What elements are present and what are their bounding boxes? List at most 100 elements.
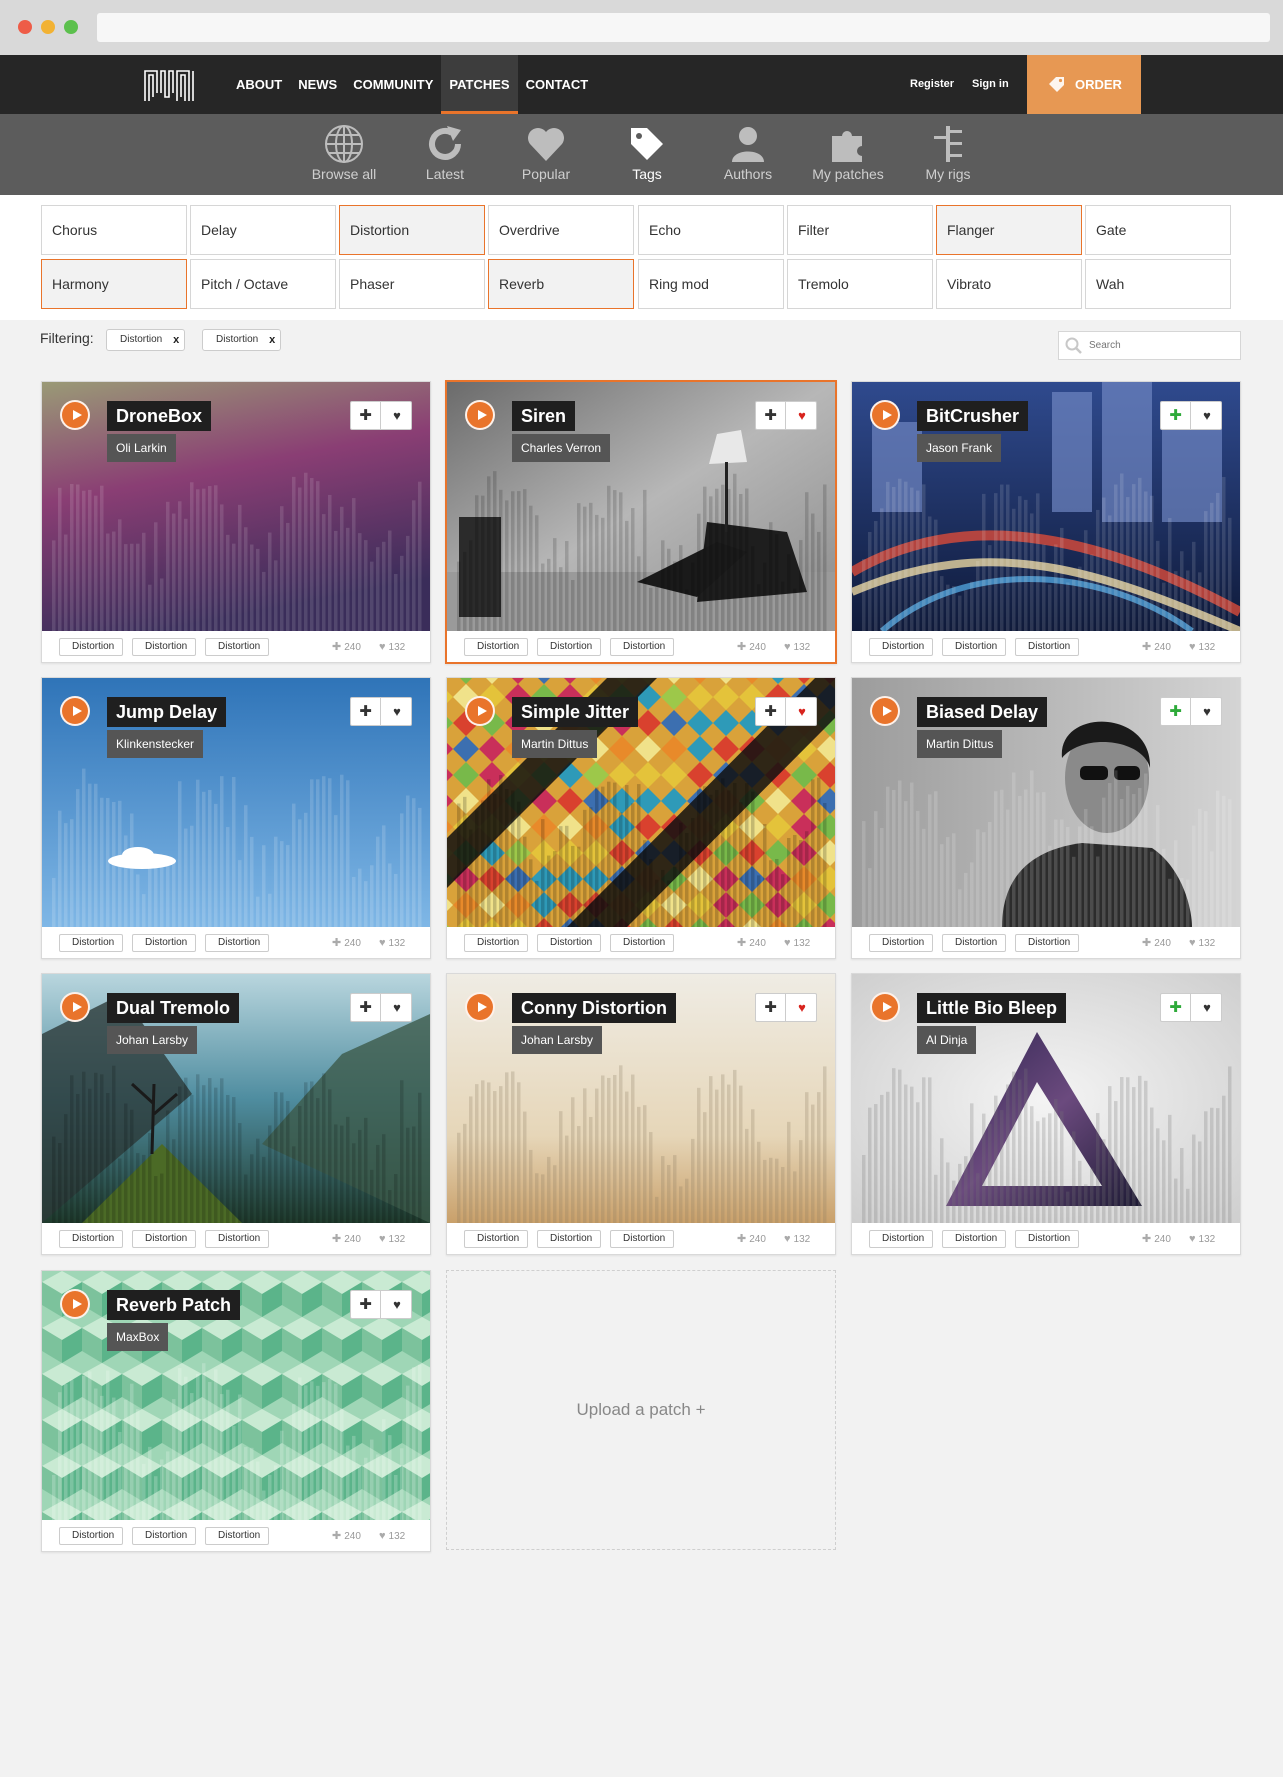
patch-card[interactable]: DroneBox Oli Larkin ✚ ♥ Distortion Disto…	[41, 381, 431, 663]
patch-card[interactable]: Biased Delay Martin Dittus ✚ ♥ Distortio…	[851, 677, 1241, 959]
card-tag[interactable]: Distortion	[1015, 1230, 1080, 1248]
remove-filter-button[interactable]: x	[173, 330, 179, 350]
card-tag[interactable]: Distortion	[132, 1527, 197, 1545]
card-tag[interactable]: Distortion	[942, 638, 1007, 656]
tag-wah[interactable]: Wah	[1085, 259, 1231, 309]
like-button[interactable]: ♥	[382, 402, 412, 429]
like-button[interactable]: ♥	[787, 994, 817, 1021]
add-to-rig-button[interactable]: ✚	[1161, 402, 1191, 429]
card-tag[interactable]: Distortion	[205, 1527, 270, 1545]
subnav-tags[interactable]: Tags	[597, 114, 697, 195]
card-tag[interactable]: Distortion	[205, 1230, 270, 1248]
patch-card[interactable]: Jump Delay Klinkenstecker ✚ ♥ Distortion…	[41, 677, 431, 959]
play-button[interactable]	[465, 696, 495, 726]
card-tag[interactable]: Distortion	[537, 638, 602, 656]
add-to-rig-button[interactable]: ✚	[351, 402, 381, 429]
like-button[interactable]: ♥	[1192, 402, 1222, 429]
nav-patches[interactable]: PATCHES	[441, 55, 518, 114]
patch-card[interactable]: Reverb Patch MaxBox ✚ ♥ Distortion Disto…	[41, 1270, 431, 1552]
tag-distortion[interactable]: Distortion	[339, 205, 485, 255]
card-tag[interactable]: Distortion	[59, 934, 124, 952]
tag-delay[interactable]: Delay	[190, 205, 336, 255]
order-button[interactable]: ORDER	[1027, 55, 1141, 114]
subnav-latest[interactable]: Latest	[395, 114, 495, 195]
add-to-rig-button[interactable]: ✚	[756, 698, 786, 725]
patch-author[interactable]: Klinkenstecker	[107, 730, 204, 758]
like-button[interactable]: ♥	[787, 698, 817, 725]
add-to-rig-button[interactable]: ✚	[1161, 994, 1191, 1021]
play-button[interactable]	[465, 400, 495, 430]
tag-overdrive[interactable]: Overdrive	[488, 205, 634, 255]
card-tag[interactable]: Distortion	[610, 1230, 675, 1248]
play-button[interactable]	[465, 992, 495, 1022]
subnav-authors[interactable]: Authors	[698, 114, 798, 195]
play-button[interactable]	[60, 992, 90, 1022]
patch-author[interactable]: Charles Verron	[512, 434, 611, 462]
card-tag[interactable]: Distortion	[610, 638, 675, 656]
patch-author[interactable]: Al Dinja	[917, 1026, 977, 1054]
close-window-dot[interactable]	[18, 20, 32, 34]
card-tag[interactable]: Distortion	[537, 934, 602, 952]
play-button[interactable]	[60, 1289, 90, 1319]
tag-gate[interactable]: Gate	[1085, 205, 1231, 255]
card-tag[interactable]: Distortion	[205, 934, 270, 952]
patch-card[interactable]: BitCrusher Jason Frank ✚ ♥ Distortion Di…	[851, 381, 1241, 663]
play-button[interactable]	[870, 696, 900, 726]
card-tag[interactable]: Distortion	[1015, 934, 1080, 952]
card-tag[interactable]: Distortion	[59, 1230, 124, 1248]
patch-author[interactable]: Martin Dittus	[917, 730, 1003, 758]
play-button[interactable]	[60, 696, 90, 726]
register-link[interactable]: Register	[910, 55, 954, 114]
patch-card[interactable]: Dual Tremolo Johan Larsby ✚ ♥ Distortion…	[41, 973, 431, 1255]
patch-author[interactable]: Martin Dittus	[512, 730, 598, 758]
nav-about[interactable]: ABOUT	[228, 55, 290, 114]
card-tag[interactable]: Distortion	[132, 638, 197, 656]
tag-flanger[interactable]: Flanger	[936, 205, 1082, 255]
card-tag[interactable]: Distortion	[537, 1230, 602, 1248]
card-tag[interactable]: Distortion	[942, 934, 1007, 952]
like-button[interactable]: ♥	[1192, 994, 1222, 1021]
card-tag[interactable]: Distortion	[869, 1230, 934, 1248]
patch-author[interactable]: Johan Larsby	[512, 1026, 603, 1054]
like-button[interactable]: ♥	[382, 994, 412, 1021]
tag-ring-mod[interactable]: Ring mod	[638, 259, 784, 309]
address-bar[interactable]	[97, 13, 1270, 42]
like-button[interactable]: ♥	[787, 402, 817, 429]
like-button[interactable]: ♥	[1192, 698, 1222, 725]
tag-harmony[interactable]: Harmony	[41, 259, 187, 309]
play-button[interactable]	[60, 400, 90, 430]
like-button[interactable]: ♥	[382, 698, 412, 725]
add-to-rig-button[interactable]: ✚	[756, 994, 786, 1021]
nav-contact[interactable]: CONTACT	[518, 55, 597, 114]
card-tag[interactable]: Distortion	[464, 934, 529, 952]
card-tag[interactable]: Distortion	[132, 1230, 197, 1248]
maximize-window-dot[interactable]	[64, 20, 78, 34]
card-tag[interactable]: Distortion	[464, 638, 529, 656]
like-button[interactable]: ♥	[382, 1291, 412, 1318]
subnav-my-rigs[interactable]: My rigs	[898, 114, 998, 195]
tag-vibrato[interactable]: Vibrato	[936, 259, 1082, 309]
play-button[interactable]	[870, 400, 900, 430]
tag-tremolo[interactable]: Tremolo	[787, 259, 933, 309]
tag-chorus[interactable]: Chorus	[41, 205, 187, 255]
tag-filter[interactable]: Filter	[787, 205, 933, 255]
card-tag[interactable]: Distortion	[59, 638, 124, 656]
nav-news[interactable]: NEWS	[290, 55, 345, 114]
patch-card[interactable]: Simple Jitter Martin Dittus ✚ ♥ Distorti…	[446, 677, 836, 959]
upload-patch-button[interactable]: Upload a patch +	[446, 1270, 836, 1550]
signin-link[interactable]: Sign in	[972, 55, 1009, 114]
patch-author[interactable]: MaxBox	[107, 1323, 169, 1351]
nav-community[interactable]: COMMUNITY	[345, 55, 441, 114]
patch-card[interactable]: Siren Charles Verron ✚ ♥ Distortion Dist…	[445, 380, 837, 664]
patch-author[interactable]: Oli Larkin	[107, 434, 176, 462]
tag-echo[interactable]: Echo	[638, 205, 784, 255]
tag-phaser[interactable]: Phaser	[339, 259, 485, 309]
add-to-rig-button[interactable]: ✚	[351, 994, 381, 1021]
card-tag[interactable]: Distortion	[205, 638, 270, 656]
card-tag[interactable]: Distortion	[1015, 638, 1080, 656]
card-tag[interactable]: Distortion	[610, 934, 675, 952]
add-to-rig-button[interactable]: ✚	[756, 402, 786, 429]
tag-pitch-octave[interactable]: Pitch / Octave	[190, 259, 336, 309]
card-tag[interactable]: Distortion	[869, 638, 934, 656]
minimize-window-dot[interactable]	[41, 20, 55, 34]
